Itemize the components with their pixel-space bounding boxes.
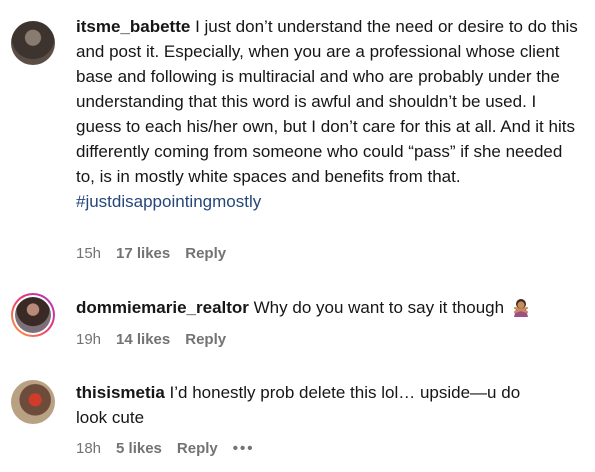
likes-count[interactable]: 14 likes xyxy=(116,331,170,349)
likes-count[interactable]: 17 likes xyxy=(116,245,170,263)
reply-button[interactable]: Reply xyxy=(185,245,226,263)
avatar[interactable] xyxy=(11,21,55,65)
likes-count[interactable]: 5 likes xyxy=(116,440,162,458)
comment-username[interactable]: thisismetia xyxy=(76,383,165,402)
comment-time: 19h xyxy=(76,331,102,348)
comment-text: thisismetia I’d honestly prob delete thi… xyxy=(76,380,556,430)
avatar-photo xyxy=(15,297,51,333)
comment-body: I just don’t understand the need or desi… xyxy=(76,17,578,186)
avatar[interactable] xyxy=(11,293,55,337)
comment-meta: 15h 17 likes Reply xyxy=(76,245,241,263)
comment-meta: 19h 14 likes Reply xyxy=(76,331,241,349)
reply-button[interactable]: Reply xyxy=(177,440,218,458)
reply-button[interactable]: Reply xyxy=(185,331,226,349)
hashtag-link[interactable]: #justdisappointingmostly xyxy=(76,192,261,211)
avatar[interactable] xyxy=(11,380,55,424)
comment-body: Why do you want to say it though xyxy=(253,298,505,317)
woman-gesturing-no-icon xyxy=(513,299,528,317)
comment-time: 15h xyxy=(76,245,102,262)
comment-username[interactable]: dommiemarie_realtor xyxy=(76,298,249,317)
comment-meta: 18h 5 likes Reply ••• xyxy=(76,440,270,458)
comment-text: itsme_babette I just don’t understand th… xyxy=(76,14,581,214)
more-options-icon[interactable]: ••• xyxy=(233,440,255,458)
comment-text: dommiemarie_realtor Why do you want to s… xyxy=(76,295,581,320)
comment-time: 18h xyxy=(76,440,102,457)
avatar-ring xyxy=(13,295,53,335)
comment-username[interactable]: itsme_babette xyxy=(76,17,190,36)
